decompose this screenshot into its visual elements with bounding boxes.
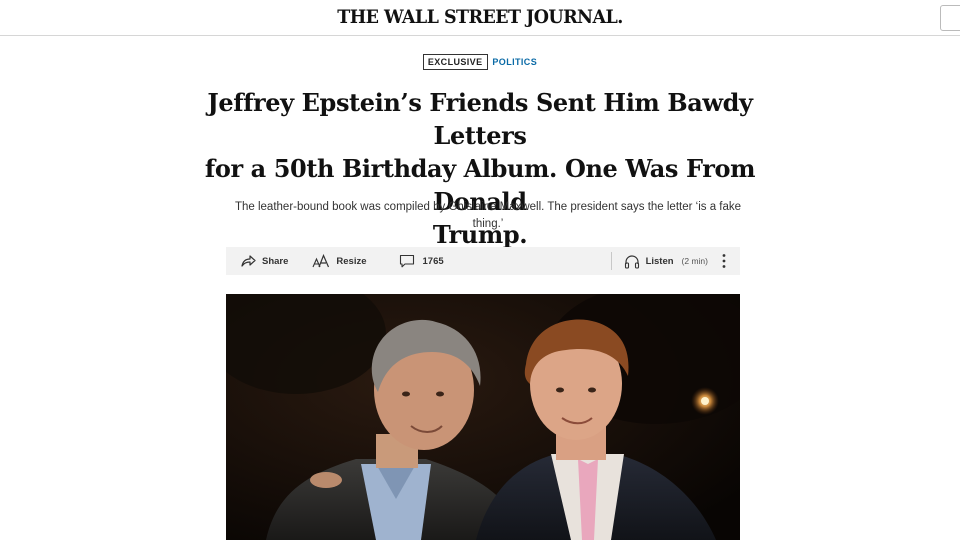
comments-button[interactable]: 1765	[399, 247, 444, 275]
toolbar-divider	[610, 252, 612, 270]
comment-icon	[399, 254, 415, 268]
headphones-icon	[624, 254, 640, 269]
wsj-logo[interactable]: THE WALL STREET JOURNAL.	[38, 6, 921, 28]
exclusive-badge: EXCLUSIVE	[422, 54, 488, 70]
text-resize-icon	[312, 254, 330, 268]
more-options-button[interactable]	[722, 247, 726, 275]
share-button[interactable]: Share	[240, 247, 288, 275]
more-vertical-icon	[722, 253, 726, 269]
resize-button[interactable]: Resize	[312, 247, 367, 275]
article-photo	[226, 294, 740, 540]
listen-duration: (2 min)	[681, 256, 708, 266]
menu-button[interactable]	[940, 5, 960, 31]
share-icon	[240, 254, 256, 268]
dek-line: thing.’	[472, 218, 504, 230]
photo-illustration	[226, 294, 740, 540]
masthead: THE WALL STREET JOURNAL.	[0, 0, 960, 36]
dek-line: The leather-bound book was compiled by G…	[234, 201, 742, 213]
comments-count: 1765	[422, 255, 444, 267]
headline-line: Jeffrey Epstein’s Friends Sent Him Bawdy…	[207, 88, 753, 150]
article-flags: EXCLUSIVE POLITICS	[0, 54, 960, 70]
resize-label: Resize	[336, 255, 367, 267]
listen-button[interactable]: Listen (2 min)	[624, 247, 708, 275]
listen-label: Listen	[645, 255, 674, 267]
article-toolbar: Share Resize 1765 Listen (2 min)	[226, 247, 740, 275]
section-link-politics[interactable]: POLITICS	[490, 57, 537, 67]
article-dek: The leather-bound book was compiled by G…	[228, 199, 748, 233]
share-label: Share	[262, 255, 289, 267]
